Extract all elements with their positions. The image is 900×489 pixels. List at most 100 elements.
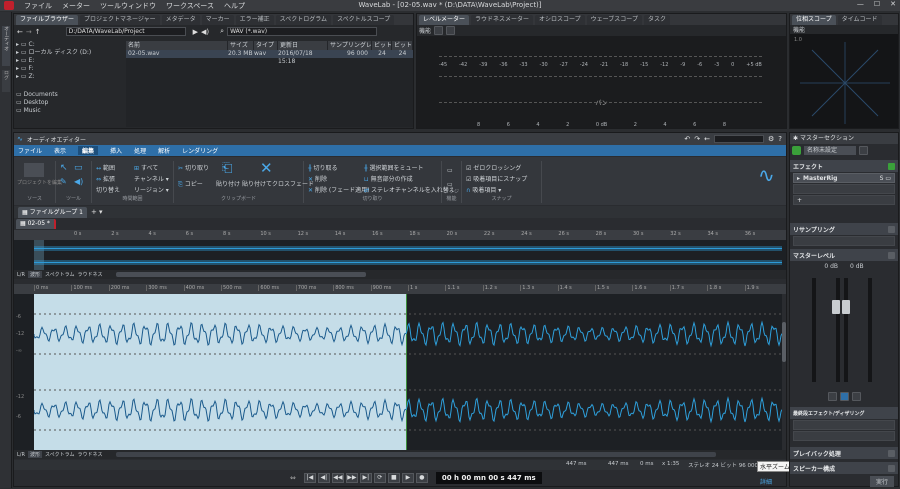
mute-selection-button[interactable]: ╫ 選択範囲をミュート bbox=[364, 163, 424, 172]
menu-help[interactable]: ヘルプ bbox=[224, 1, 245, 11]
overview-scrollbar[interactable] bbox=[115, 272, 366, 277]
zero-crossing-checkbox[interactable]: ☑ ゼロクロッシング bbox=[466, 163, 521, 172]
render-button[interactable]: 実行 bbox=[869, 476, 894, 487]
lock-icon[interactable] bbox=[851, 392, 861, 401]
pencil-tool-icon[interactable]: ✎ bbox=[60, 177, 67, 186]
path-field[interactable]: D:/DATA/WaveLab/Project bbox=[65, 27, 186, 36]
side-tab-audio[interactable]: オーディオ bbox=[2, 26, 10, 66]
up-arrow-icon[interactable]: ↑ bbox=[35, 28, 41, 36]
preset-button[interactable]: 名称未設定 bbox=[804, 146, 856, 155]
nudge-left-icon[interactable]: ▭ bbox=[447, 167, 453, 174]
fast-forward-icon[interactable]: ▶▶ bbox=[345, 473, 358, 483]
speaker-tool-icon[interactable]: ◀) bbox=[74, 177, 83, 186]
menu-meter[interactable]: メーター bbox=[62, 1, 90, 11]
meter-function-menu[interactable]: 機能 bbox=[419, 26, 431, 35]
tab-file-browser[interactable]: ファイルブラウザー bbox=[16, 14, 79, 25]
tab-error-correction[interactable]: エラー補正 bbox=[235, 14, 274, 25]
snap-items-button[interactable]: ∩ 吸着項目 ▾ bbox=[466, 185, 501, 194]
go-start-icon[interactable]: |◀ bbox=[303, 473, 316, 483]
ribbon-tab-process[interactable]: 処理 bbox=[134, 146, 146, 155]
col-size[interactable]: サイズ bbox=[228, 41, 254, 50]
region-button[interactable]: リージョン ▾ bbox=[134, 185, 169, 194]
ribbon-tab-render[interactable]: レンダリング bbox=[182, 146, 218, 155]
paste-button[interactable]: 貼り付け bbox=[216, 179, 240, 188]
play-icon[interactable]: ▶ bbox=[193, 28, 198, 36]
copy-button[interactable]: ⎘ コピー bbox=[178, 179, 203, 189]
link-icon[interactable] bbox=[827, 392, 837, 401]
tree-drive-f[interactable]: ▸ ▭ F: bbox=[16, 65, 116, 73]
extend-button[interactable]: ⇔ 拡張 bbox=[96, 174, 115, 183]
tab-phase-scope[interactable]: 位相スコープ bbox=[792, 14, 836, 25]
play-transport-icon[interactable]: ▶ bbox=[401, 473, 414, 483]
tree-drive-z[interactable]: ▸ ▭ Z: bbox=[16, 73, 116, 81]
toggle-selection-button[interactable]: 切り替え bbox=[96, 185, 120, 194]
loop-icon[interactable]: ⟳ bbox=[373, 473, 386, 483]
prev-marker-icon[interactable]: ◀| bbox=[317, 473, 330, 483]
col-name[interactable]: 名前 bbox=[126, 41, 228, 50]
fader-right[interactable] bbox=[842, 300, 850, 314]
crossfade-icon[interactable]: ✕ bbox=[260, 159, 273, 177]
maximize-icon[interactable]: ☐ bbox=[874, 0, 880, 8]
power-icon[interactable] bbox=[792, 146, 801, 155]
tab-loudness-meter[interactable]: ラウドネスメーター bbox=[471, 14, 534, 25]
create-silence-button[interactable]: ⊔ 無音部分の作成 bbox=[364, 174, 413, 183]
forward-arrow-icon[interactable]: → bbox=[26, 28, 32, 36]
minimize-icon[interactable]: — bbox=[857, 0, 864, 8]
tab-oscilloscope[interactable]: オシロスコープ bbox=[535, 14, 585, 25]
rewind-icon[interactable]: ◀◀ bbox=[331, 473, 344, 483]
col-bits[interactable]: ビット bbox=[372, 41, 392, 50]
tab-wave-file[interactable]: ▦ 02-05 * bbox=[16, 219, 56, 229]
folder-documents[interactable]: ▭ Documents bbox=[16, 91, 116, 99]
status-zoom[interactable]: x 1:35 bbox=[662, 461, 679, 467]
options-icon[interactable]: ⚙ bbox=[768, 135, 774, 143]
ribbon-tab-analysis[interactable]: 解析 bbox=[158, 146, 170, 155]
tab-spectrum-scope[interactable]: スペクトルスコープ bbox=[333, 14, 395, 25]
select-all-button[interactable]: ⊞ すべて bbox=[134, 163, 158, 172]
tree-drive-d[interactable]: ▸ ▭ ローカル ディスク (D:) bbox=[16, 49, 116, 57]
main-view-tab-loudness[interactable]: ラウドネス bbox=[77, 451, 102, 458]
delete-button[interactable]: ✕ 削除 bbox=[308, 174, 327, 183]
paste-icon[interactable]: ⎗ bbox=[222, 161, 232, 176]
cut-button[interactable]: ✂ 切り取り bbox=[178, 163, 209, 172]
view-tab-loudness[interactable]: ラウドネス bbox=[77, 271, 102, 278]
nudge-right-icon[interactable]: ▭ bbox=[447, 181, 453, 188]
speaker-icon[interactable]: ◀) bbox=[201, 28, 209, 36]
tree-drive-c[interactable]: ▸ ▭ C: bbox=[16, 41, 116, 49]
record-icon[interactable]: ● bbox=[415, 473, 428, 483]
tab-wavescope[interactable]: ウェーブスコープ bbox=[586, 14, 642, 25]
undo-icon[interactable]: ↶ bbox=[684, 135, 690, 143]
main-view-tab-waveform[interactable]: 波形 bbox=[27, 451, 42, 458]
final-slot-2[interactable] bbox=[793, 431, 895, 441]
file-type-filter[interactable]: WAV (*.wav) bbox=[227, 27, 378, 36]
folder-desktop[interactable]: ▭ Desktop bbox=[16, 99, 116, 107]
ribbon-tab-file[interactable]: ファイル bbox=[18, 146, 42, 155]
status-time-c[interactable]: 0 ms bbox=[640, 461, 653, 467]
col-bits2[interactable]: ビット bbox=[392, 41, 413, 50]
main-scrollbar[interactable] bbox=[115, 452, 716, 457]
view-tab-waveform[interactable]: 波形 bbox=[27, 271, 42, 278]
main-view-tab-spectrum[interactable]: スペクトラム bbox=[45, 451, 75, 458]
trim-button[interactable]: ╫ 切り取る bbox=[308, 163, 338, 172]
redo-icon[interactable]: ↷ bbox=[694, 135, 700, 143]
status-time-b[interactable]: 447 ms bbox=[608, 461, 628, 467]
folder-music[interactable]: ▭ Music bbox=[16, 107, 116, 115]
tab-file-group[interactable]: ▦ ファイルグループ 1 bbox=[18, 206, 87, 218]
range-button[interactable]: ↔ 範囲 bbox=[96, 163, 115, 172]
tab-markers[interactable]: マーカー bbox=[201, 14, 234, 25]
menu-toolwindow[interactable]: ツールウィンドウ bbox=[100, 1, 156, 11]
delete-fade-button[interactable]: ✕ 削除 (フェード適用) bbox=[308, 185, 370, 194]
snap-magnetic-checkbox[interactable]: ☑ 吸着項目にスナップ bbox=[466, 174, 527, 183]
effect-slot-masterrig[interactable]: ▸ MasterRig S ▭ bbox=[793, 173, 895, 183]
view-tab-spectrum[interactable]: スペクトラム bbox=[45, 271, 75, 278]
tab-spectrogram[interactable]: スペクトログラム bbox=[275, 14, 332, 25]
ribbon-tab-insert[interactable]: 挿入 bbox=[110, 146, 122, 155]
effect-slot-empty-1[interactable] bbox=[793, 184, 895, 194]
stop-icon[interactable]: ■ bbox=[387, 473, 400, 483]
channel-button[interactable]: チャンネル ▾ bbox=[134, 174, 169, 183]
transport-menu-icon[interactable]: ⇔ bbox=[290, 474, 296, 482]
tab-metadata[interactable]: メタデータ bbox=[161, 14, 200, 25]
help-icon[interactable]: ? bbox=[778, 135, 782, 143]
detail-link[interactable]: 詳細 bbox=[760, 477, 772, 486]
meter-settings-icon[interactable] bbox=[434, 26, 444, 35]
edit-project-icon[interactable] bbox=[24, 163, 44, 177]
